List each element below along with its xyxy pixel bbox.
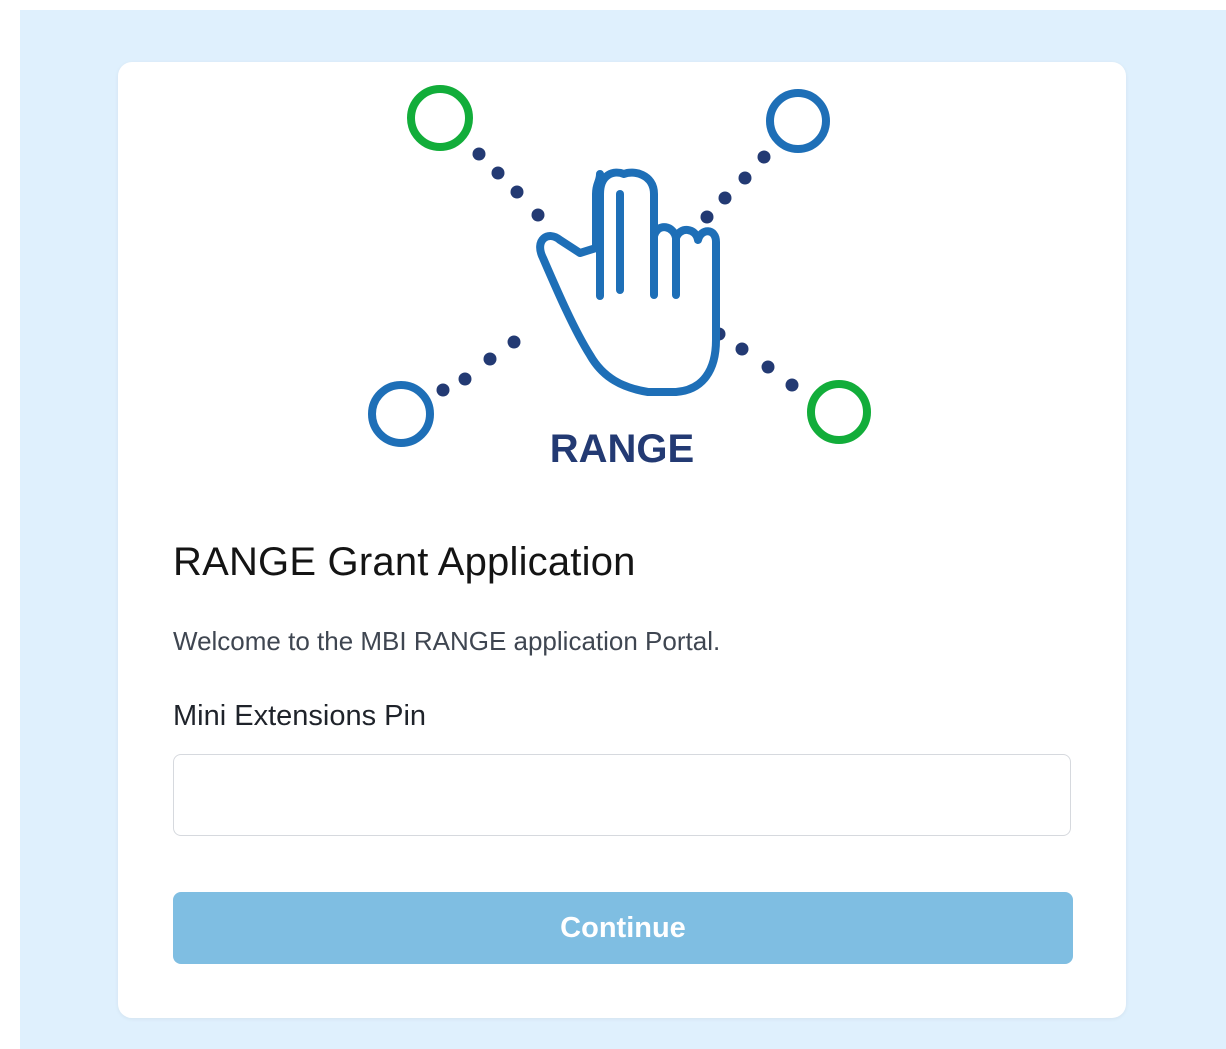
page-title: RANGE Grant Application <box>173 540 636 584</box>
pin-field-label: Mini Extensions Pin <box>173 700 427 732</box>
node-circle-top-right <box>766 89 830 153</box>
dotted-connector-bottom-right <box>712 327 799 392</box>
continue-button[interactable]: Continue <box>173 892 1073 964</box>
dotted-connector-bottom-left <box>436 335 521 397</box>
range-logo: RANGE <box>368 85 871 471</box>
node-circle-bottom-left <box>368 381 434 447</box>
dotted-connector-top-left <box>472 147 545 222</box>
welcome-message: Welcome to the MBI RANGE application Por… <box>173 626 721 656</box>
dotted-connector-top-right <box>700 150 771 224</box>
node-circle-bottom-right <box>807 380 871 444</box>
pin-input[interactable] <box>173 754 1071 836</box>
hand-pointer-icon <box>536 168 720 396</box>
node-circle-top-left <box>407 85 473 151</box>
logo-wordmark: RANGE <box>550 427 694 471</box>
application-card: RANGE RANGE Grant Application Welcome to… <box>118 62 1126 1018</box>
